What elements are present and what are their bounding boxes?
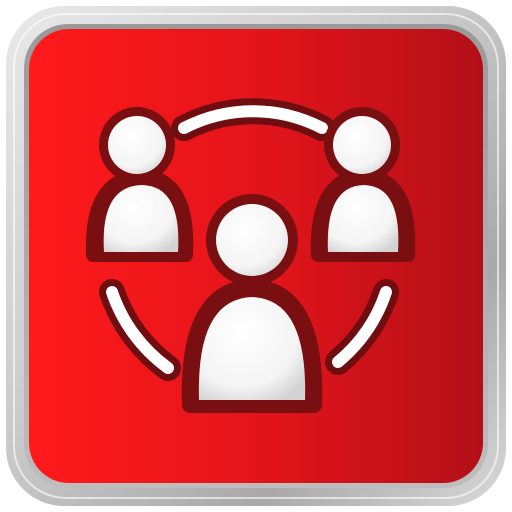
app-icon[interactable] (0, 0, 512, 512)
group-people-icon (6, 6, 506, 506)
person-center-icon (181, 194, 323, 413)
